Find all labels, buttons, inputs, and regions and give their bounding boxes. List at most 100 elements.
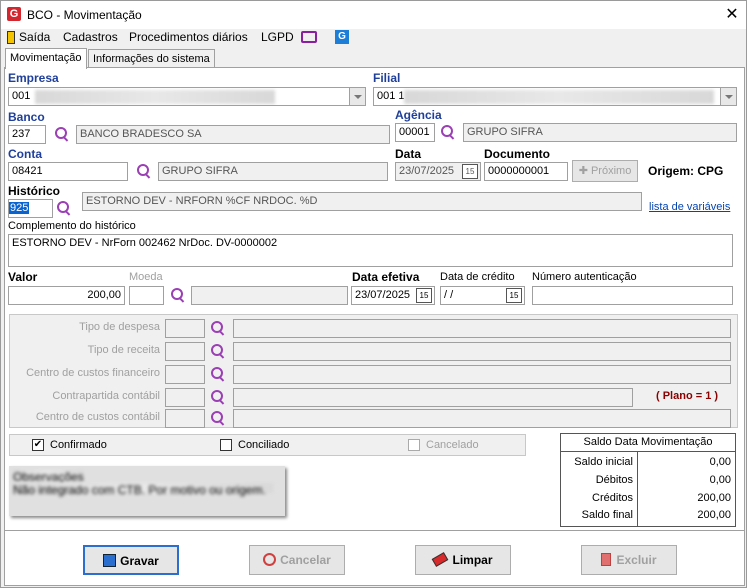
data-credito-label: Data de crédito (440, 271, 515, 283)
chevron-down-icon[interactable] (349, 88, 365, 105)
limpar-button[interactable]: Limpar (415, 545, 511, 575)
search-icon[interactable] (209, 409, 227, 427)
tab-informacoes-sistema[interactable]: Informações do sistema (88, 49, 215, 69)
agencia-name-field: GRUPO SIFRA (463, 123, 737, 142)
app-shortcut-icon[interactable]: G (335, 30, 349, 44)
debitos-label: Débitos (595, 474, 633, 486)
proximo-label: Próximo (590, 165, 632, 177)
numero-autenticacao-input[interactable] (532, 286, 733, 305)
calendar-icon[interactable]: 15 (462, 164, 478, 179)
valor-input[interactable]: 200,00 (8, 286, 125, 305)
moeda-input[interactable] (129, 286, 164, 305)
data-value: 23/07/2025 (399, 165, 455, 177)
conciliado-checkbox[interactable] (220, 439, 232, 451)
saldo-final-label: Saldo final (581, 509, 633, 521)
moeda-name-field (191, 286, 348, 305)
contrapartida-contabil-input[interactable] (165, 388, 205, 407)
conta-code-input[interactable]: 08421 (8, 162, 128, 181)
proximo-button[interactable]: ✚ Próximo (572, 160, 638, 182)
menu-procedimentos-diarios[interactable]: Procedimentos diários (129, 29, 248, 47)
search-icon[interactable] (209, 319, 227, 337)
tipo-receita-label: Tipo de receita (87, 344, 160, 356)
search-icon[interactable] (439, 123, 457, 141)
tipo-receita-input[interactable] (165, 342, 205, 361)
contrapartida-contabil-name (233, 388, 633, 407)
centro-custos-financeiro-name (233, 365, 731, 384)
complemento-textarea[interactable]: ESTORNO DEV - NrForn 002462 NrDoc. DV-00… (8, 234, 733, 267)
moeda-label: Moeda (129, 271, 163, 283)
empresa-value: 001 (12, 90, 31, 102)
search-icon[interactable] (53, 125, 71, 143)
footer-divider (5, 530, 744, 531)
conta-name-field: GRUPO SIFRA (158, 162, 388, 181)
chevron-down-icon[interactable] (720, 88, 736, 105)
data-efetiva-input[interactable]: 23/07/2025 15 (351, 286, 435, 305)
menu-bar: Saída Cadastros Procedimentos diários LG… (1, 29, 746, 47)
filial-select[interactable]: 001 1 (373, 87, 737, 106)
agencia-code-input[interactable]: 00001 (395, 123, 435, 142)
complemento-label: Complemento do histórico (8, 220, 136, 232)
search-icon[interactable] (209, 388, 227, 406)
empresa-label: Empresa (8, 71, 59, 85)
tipo-despesa-name (233, 319, 731, 338)
search-icon[interactable] (55, 199, 73, 217)
banco-name-field: BANCO BRADESCO SA (76, 125, 390, 144)
observacoes-text: Não integrado com CTB. Por motivo ou ori… (13, 483, 273, 497)
saldo-box: Saldo Data Movimentação Saldo inicial 0,… (560, 433, 736, 527)
main-panel: Empresa 001 Filial 001 1 Banco 237 BANCO… (4, 67, 745, 586)
monitor-icon[interactable] (301, 31, 317, 43)
save-icon (103, 554, 117, 567)
centro-custos-contabil-label: Centro de custos contábil (35, 411, 160, 423)
data-input[interactable]: 23/07/2025 15 (395, 162, 481, 181)
menu-cadastros[interactable]: Cadastros (63, 29, 118, 47)
debitos-value: 0,00 (709, 474, 731, 486)
empresa-select[interactable]: 001 (8, 87, 366, 106)
saldo-inicial-label: Saldo inicial (574, 456, 633, 468)
plus-icon: ✚ (578, 165, 591, 177)
saldo-inicial-value: 0,00 (709, 456, 731, 468)
calendar-icon[interactable]: 15 (416, 288, 432, 303)
menu-lgpd[interactable]: LGPD (261, 29, 294, 47)
classificacao-group: Tipo de despesa Tipo de receita Centro d… (9, 314, 738, 428)
data-credito-value: / / (444, 289, 454, 301)
gravar-button[interactable]: Gravar (83, 545, 179, 575)
observacoes-box: Observações Não integrado com CTB. Por m… (9, 466, 285, 516)
documento-input[interactable]: 0000000001 (484, 162, 568, 181)
lista-variaveis-link[interactable]: lista de variáveis (649, 201, 730, 213)
search-icon[interactable] (135, 162, 153, 180)
excluir-label: Excluir (616, 553, 657, 567)
title-bar: G BCO - Movimentação ✕ (1, 1, 746, 29)
tipo-despesa-label: Tipo de despesa (79, 321, 160, 333)
historico-code-selected: 925 (9, 202, 30, 214)
tipo-despesa-input[interactable] (165, 319, 205, 338)
menu-saida[interactable]: Saída (19, 29, 50, 47)
centro-custos-financeiro-label: Centro de custos financeiro (26, 367, 160, 379)
centro-custos-contabil-input[interactable] (165, 409, 205, 428)
eraser-icon (432, 552, 449, 567)
historico-code-input[interactable]: 925 (8, 199, 53, 218)
gravar-label: Gravar (120, 554, 159, 568)
cancelar-label: Cancelar (280, 553, 331, 567)
numero-autenticacao-label: Número autenticação (532, 271, 637, 283)
data-efetiva-value: 23/07/2025 (355, 289, 411, 301)
tab-movimentacao[interactable]: Movimentação (5, 48, 87, 69)
confirmado-checkbox[interactable]: ✔ (32, 439, 44, 451)
cancelar-button[interactable]: Cancelar (249, 545, 345, 575)
app-logo-icon: G (7, 7, 21, 21)
centro-custos-financeiro-input[interactable] (165, 365, 205, 384)
plano-text: ( Plano = 1 ) (656, 390, 719, 402)
filial-value: 001 1 (377, 90, 405, 102)
cancelado-label: Cancelado (426, 439, 479, 451)
data-credito-input[interactable]: / / 15 (440, 286, 525, 305)
cancelado-checkbox[interactable] (408, 439, 420, 451)
redacted-block (35, 90, 275, 104)
search-icon[interactable] (209, 365, 227, 383)
banco-code-input[interactable]: 237 (8, 125, 46, 144)
conta-label: Conta (8, 147, 42, 161)
data-efetiva-label: Data efetiva (352, 270, 420, 284)
excluir-button[interactable]: Excluir (581, 545, 677, 575)
close-icon[interactable]: ✕ (723, 4, 741, 24)
calendar-icon[interactable]: 15 (506, 288, 522, 303)
search-icon[interactable] (169, 286, 187, 304)
search-icon[interactable] (209, 342, 227, 360)
